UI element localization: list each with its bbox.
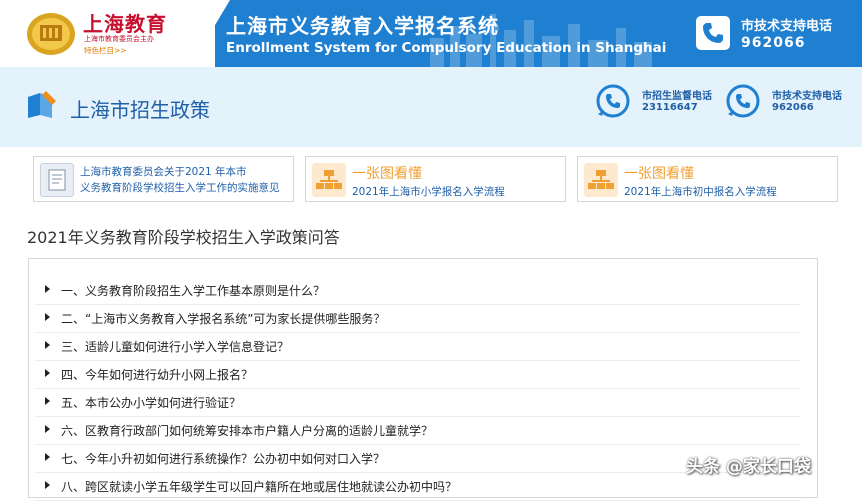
primary-school-flow-card[interactable]: 一张图看懂 2021年上海市小学报名入学流程 bbox=[305, 156, 566, 202]
qa-item[interactable]: 三、适龄儿童如何进行小学入学信息登记？ bbox=[35, 333, 801, 361]
qa-question[interactable]: 四、今年如何进行幼升小网上报名？ bbox=[61, 366, 253, 383]
qa-question[interactable]: 一、义务教育阶段招生入学工作基本原则是什么？ bbox=[61, 282, 325, 299]
qa-question[interactable]: 三、适龄儿童如何进行小学入学信息登记？ bbox=[61, 338, 289, 355]
qa-item[interactable]: 一、义务教育阶段招生入学工作基本原则是什么？ bbox=[35, 277, 801, 305]
tech-support-hotline-number: 962066 bbox=[772, 102, 814, 113]
caret-right-icon bbox=[45, 453, 50, 461]
tech-support-hotline-label: 市技术支持电话 bbox=[772, 91, 842, 102]
card-subtitle: 2021年上海市小学报名入学流程 bbox=[352, 186, 505, 198]
policy-band: 上海市招生政策 市招生监督电话 23116647 市技术支持电话 962066 bbox=[0, 67, 862, 147]
qa-section-title: 2021年义务教育阶段学校招生入学政策问答 bbox=[27, 228, 340, 247]
supervision-hotline-number: 23116647 bbox=[642, 102, 698, 113]
qa-item[interactable]: 八、跨区就读小学五年级学生可以回户籍所在地或居住地就读公办初中吗？ bbox=[35, 473, 801, 501]
hotline-phone-icon bbox=[726, 84, 760, 118]
policy-document-card[interactable]: 上海市教育委员会关于2021 年本市 义务教育阶段学校招生入学工作的实施意见 bbox=[33, 156, 294, 202]
qa-item[interactable]: 五、本市公办小学如何进行验证？ bbox=[35, 389, 801, 417]
qa-question[interactable]: 八、跨区就读小学五年级学生可以回户籍所在地或居住地就读公办初中吗？ bbox=[61, 478, 457, 495]
card-title-line2: 义务教育阶段学校招生入学工作的实施意见 bbox=[80, 182, 280, 194]
qa-question[interactable]: 五、本市公办小学如何进行验证？ bbox=[61, 394, 241, 411]
supervision-hotline-label: 市招生监督电话 bbox=[642, 91, 712, 102]
caret-right-icon bbox=[45, 425, 50, 433]
policy-book-icon bbox=[28, 91, 56, 118]
card-title-line1: 上海市教育委员会关于2021 年本市 bbox=[80, 166, 247, 178]
card-subtitle: 2021年上海市初中报名入学流程 bbox=[624, 186, 777, 198]
qa-question[interactable]: 六、区教育行政部门如何统筹安排本市户籍人户分离的适龄儿童就学？ bbox=[61, 422, 433, 439]
flowchart-icon bbox=[312, 163, 346, 197]
caret-right-icon bbox=[45, 369, 50, 377]
logo-title[interactable]: 上海教育 bbox=[83, 8, 167, 37]
policy-title: 上海市招生政策 bbox=[70, 98, 210, 122]
hotline-phone-icon bbox=[596, 84, 630, 118]
caret-right-icon bbox=[45, 481, 50, 489]
logo-subtitle: 上海市教育委员会主办 bbox=[84, 35, 154, 43]
document-icon bbox=[40, 163, 74, 197]
qa-item[interactable]: 四、今年如何进行幼升小网上报名？ bbox=[35, 361, 801, 389]
watermark: 头条 @家长口袋 bbox=[686, 457, 811, 477]
middle-school-flow-card[interactable]: 一张图看懂 2021年上海市初中报名入学流程 bbox=[577, 156, 838, 202]
qa-item[interactable]: 六、区教育行政部门如何统筹安排本市户籍人户分离的适龄儿童就学？ bbox=[35, 417, 801, 445]
qa-question[interactable]: 七、今年小升初如何进行系统操作？公办初中如何对口入学？ bbox=[61, 450, 385, 467]
flowchart-icon bbox=[584, 163, 618, 197]
qa-item[interactable]: 二、“上海市义务教育入学报名系统”可为家长提供哪些服务？ bbox=[35, 305, 801, 333]
qa-question[interactable]: 二、“上海市义务教育入学报名系统”可为家长提供哪些服务？ bbox=[61, 310, 385, 327]
card-headline: 一张图看懂 bbox=[352, 166, 422, 182]
shanghai-education-emblem-icon[interactable] bbox=[26, 10, 76, 56]
caret-right-icon bbox=[45, 341, 50, 349]
support-phone-number: 962066 bbox=[741, 35, 806, 51]
logo-area-slant bbox=[190, 0, 230, 67]
caret-right-icon bbox=[45, 397, 50, 405]
phone-icon bbox=[696, 16, 730, 50]
card-headline: 一张图看懂 bbox=[624, 166, 694, 182]
featured-columns-link[interactable]: 特色栏目>> bbox=[84, 45, 127, 56]
system-title: 上海市义务教育入学报名系统 bbox=[226, 14, 499, 38]
support-phone-label: 市技术支持电话 bbox=[741, 19, 833, 34]
system-title-english: Enrollment System for Compulsory Educati… bbox=[226, 40, 667, 56]
caret-right-icon bbox=[45, 285, 50, 293]
caret-right-icon bbox=[45, 313, 50, 321]
top-header: 上海教育 上海市教育委员会主办 特色栏目>> 上海市义务教育入学报名系统 Enr… bbox=[0, 0, 862, 67]
